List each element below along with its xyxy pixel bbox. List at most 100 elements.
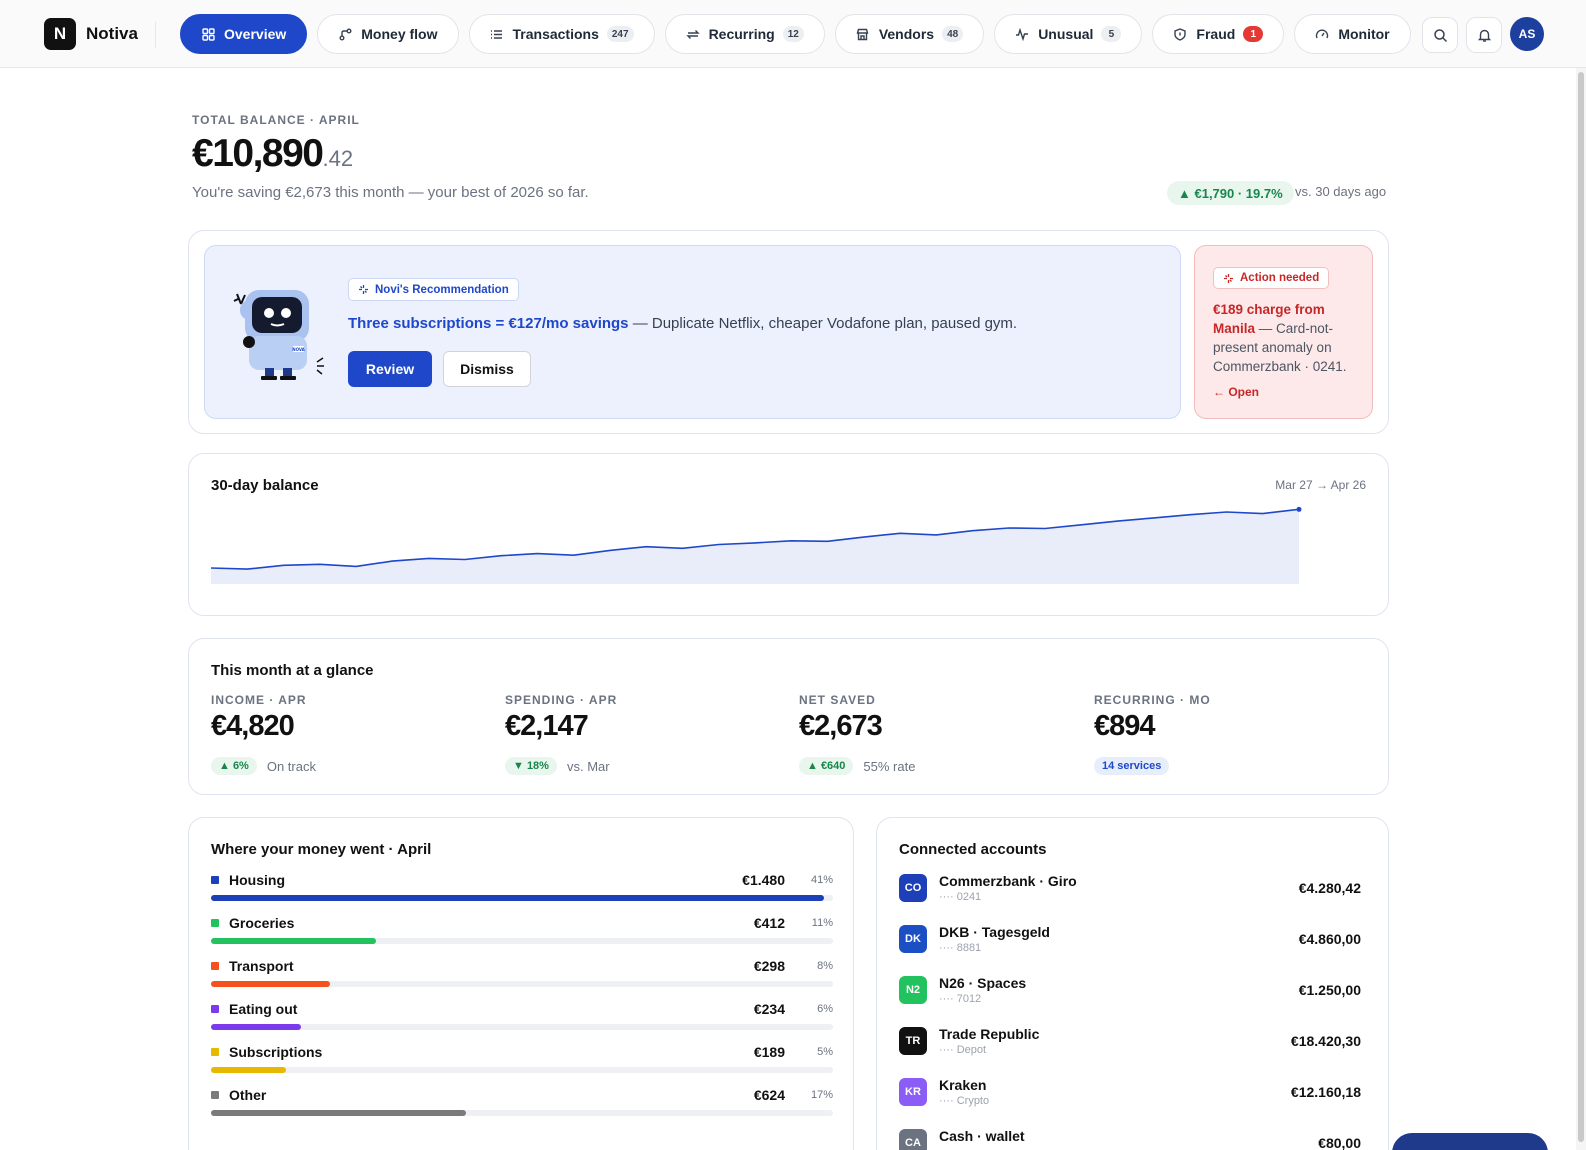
balance-delta-badge: ▲ €1,790 · 19.7% [1167, 181, 1294, 205]
account-balance: €4.280,42 [1298, 880, 1361, 896]
kpi-recurring: RECURRING · MO €894 14 services [1094, 693, 1344, 775]
category-bar-fill [211, 1067, 286, 1073]
account-row[interactable]: N2 N26 · Spaces ···· 7012 €1.250,00 [899, 971, 1361, 1011]
notifications-button[interactable] [1466, 17, 1502, 53]
tab-fraud[interactable]: Fraud 1 [1152, 14, 1285, 54]
category-color-dot [211, 1048, 219, 1056]
tab-label: Unusual [1038, 26, 1094, 42]
category-name: Housing [229, 872, 285, 888]
category-bar-fill [211, 938, 376, 944]
review-button[interactable]: Review [348, 351, 432, 387]
account-logo-icon: N2 [899, 976, 927, 1004]
services-count-chip[interactable]: 14 services [1094, 757, 1170, 775]
tab-monitor[interactable]: Monitor [1294, 14, 1411, 54]
account-logo-icon: TR [899, 1027, 927, 1055]
recommendation-text: Three subscriptions = €127/mo savings — … [348, 315, 1017, 332]
category-row[interactable]: Other €624 17% [211, 1087, 833, 1129]
tab-vendors[interactable]: Vendors 48 [834, 14, 985, 54]
account-balance: €4.860,00 [1298, 931, 1361, 947]
kpi-change-chip: ▼ 18% [505, 757, 557, 775]
balance-chart-card: 30-day balance Mar 27 → Apr 26 [188, 453, 1389, 616]
category-amount: €298 [753, 958, 785, 974]
gauge-icon [1315, 27, 1329, 41]
category-color-dot [211, 919, 219, 927]
vendors-count-badge: 48 [942, 26, 964, 42]
account-number: ···· Crypto [939, 1095, 990, 1107]
category-amount: €624 [753, 1087, 785, 1103]
search-button[interactable] [1422, 17, 1458, 53]
kpi-label: NET SAVED [799, 693, 876, 707]
kpi-value: €4,820 [211, 710, 295, 742]
category-row[interactable]: Groceries €412 11% [211, 915, 833, 957]
category-bar-fill [211, 1024, 302, 1030]
tab-transactions[interactable]: Transactions 247 [468, 14, 655, 54]
category-name: Eating out [229, 1001, 298, 1017]
top-navigation-bar: N Notiva Overview Money flow Transaction… [0, 0, 1586, 68]
tab-money-flow[interactable]: Money flow [317, 14, 459, 54]
kpi-spending: SPENDING · APR €2,147 ▼ 18% vs. Mar [505, 693, 755, 775]
account-balance: €18.420,30 [1290, 1033, 1361, 1049]
category-row[interactable]: Subscriptions €189 5% [211, 1044, 833, 1086]
repeat-icon [685, 27, 700, 41]
category-bar-fill [211, 981, 331, 987]
brand-name: Notiva [86, 24, 138, 43]
account-name: DKB · Tagesgeld [939, 924, 1050, 940]
category-bar-track [211, 1067, 833, 1073]
account-row[interactable]: DK DKB · Tagesgeld ···· 8881 €4.860,00 [899, 920, 1361, 960]
balance-area-chart [211, 506, 1302, 584]
category-bar-track [211, 1110, 833, 1116]
dismiss-button[interactable]: Dismiss [443, 351, 531, 387]
fraud-alert-panel[interactable]: Action needed €189 charge from Manila — … [1194, 245, 1373, 419]
brand[interactable]: N Notiva [44, 18, 138, 50]
flow-icon [338, 27, 352, 41]
mascot-badge: NOVA [292, 347, 305, 352]
account-name: Kraken [939, 1077, 987, 1093]
fraud-count-badge: 1 [1243, 26, 1264, 42]
recommendation-tag-label: Novi's Recommendation [375, 283, 509, 296]
category-row[interactable]: Eating out €234 6% [211, 1001, 833, 1043]
search-icon [1433, 28, 1447, 42]
user-avatar[interactable]: AS [1510, 17, 1544, 51]
account-name: Cash · wallet [939, 1128, 1025, 1144]
account-row[interactable]: CO Commerzbank · Giro ···· 0241 €4.280,42 [899, 869, 1361, 909]
category-row[interactable]: Transport €298 8% [211, 958, 833, 1000]
kpi-change-chip: ▲ 6% [211, 757, 257, 775]
account-row[interactable]: TR Trade Republic ···· Depot €18.420,30 [899, 1022, 1361, 1062]
kpi-label: INCOME · APR [211, 693, 307, 707]
category-bar-track [211, 1024, 833, 1030]
tab-recurring[interactable]: Recurring 12 [664, 14, 825, 54]
page-scrollbar[interactable] [1576, 68, 1586, 1150]
account-row[interactable]: CA Cash · wallet €80,00 [899, 1124, 1361, 1150]
brand-logo: N [44, 18, 76, 50]
account-number: ···· 7012 [939, 993, 982, 1005]
scrollbar-thumb[interactable] [1578, 72, 1584, 1142]
category-row[interactable]: Housing €1.480 41% [211, 872, 833, 914]
balance-area-fill [211, 509, 1299, 584]
tab-overview[interactable]: Overview [180, 14, 308, 54]
glance-card: This month at a glance INCOME · APR €4,8… [188, 638, 1389, 795]
category-bar-track [211, 981, 833, 987]
kpi-value: €2,147 [505, 710, 589, 742]
connected-accounts-card: Connected accounts CO Commerzbank · Giro ·… [876, 817, 1389, 1150]
spending-title: Where your money went · April [211, 841, 432, 858]
recommendation-tag: Novi's Recommendation [348, 278, 519, 301]
account-row[interactable]: KR Kraken ···· Crypto €12.160,18 [899, 1073, 1361, 1113]
action-needed-label: Action needed [1240, 272, 1320, 284]
open-alert-link[interactable]: ← Open [1213, 385, 1259, 399]
balance-subtitle: You're saving €2,673 this month — your b… [192, 184, 589, 201]
assistant-floating-button[interactable] [1392, 1133, 1548, 1150]
account-logo-icon: KR [899, 1078, 927, 1106]
kpi-net-saved: NET SAVED €2,673 ▲ €640 55% rate [799, 693, 1049, 775]
alert-sparkle-icon [1223, 273, 1234, 284]
store-icon [856, 27, 870, 41]
accounts-title: Connected accounts [899, 841, 1047, 858]
account-logo-icon: DK [899, 925, 927, 953]
glance-title: This month at a glance [211, 662, 374, 679]
tab-label: Recurring [708, 26, 775, 42]
category-percent: 8% [817, 960, 833, 972]
total-balance: €10,890.42 [192, 132, 353, 176]
balance-delta-note: vs. 30 days ago [1295, 184, 1387, 199]
category-color-dot [211, 1005, 219, 1013]
tab-label: Monitor [1338, 26, 1390, 42]
tab-unusual[interactable]: Unusual 5 [994, 14, 1143, 54]
